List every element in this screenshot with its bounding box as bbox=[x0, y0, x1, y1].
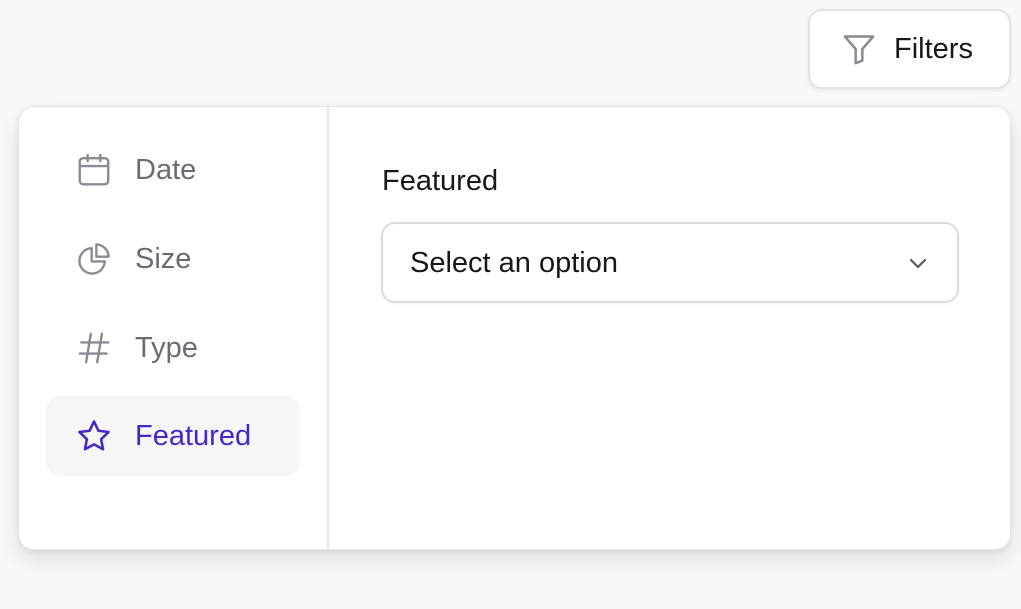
filter-section-title: Featured bbox=[382, 165, 499, 197]
calendar-icon bbox=[74, 150, 114, 190]
chevron-down-icon bbox=[905, 250, 931, 276]
sidebar-item-label: Type bbox=[135, 331, 198, 364]
sidebar-item-label: Date bbox=[135, 153, 197, 186]
featured-select[interactable]: Select an option bbox=[381, 222, 959, 303]
sidebar-item-date[interactable]: Date bbox=[46, 130, 300, 210]
filter-sidebar: Date Size Type Featured bbox=[19, 107, 329, 549]
sidebar-item-type[interactable]: Type bbox=[46, 308, 300, 388]
filter-panel: Date Size Type Featured Featured Select … bbox=[18, 106, 1011, 550]
star-icon bbox=[74, 416, 114, 456]
sidebar-item-size[interactable]: Size bbox=[46, 219, 300, 299]
filter-funnel-icon bbox=[838, 28, 880, 70]
filters-button[interactable]: Filters bbox=[808, 9, 1011, 89]
sidebar-item-featured[interactable]: Featured bbox=[46, 396, 300, 476]
select-value: Select an option bbox=[410, 247, 618, 279]
sidebar-item-label: Featured bbox=[135, 419, 252, 452]
sidebar-item-label: Size bbox=[135, 242, 192, 275]
hash-icon bbox=[74, 328, 114, 368]
pie-chart-icon bbox=[74, 239, 114, 279]
filters-button-label: Filters bbox=[894, 32, 973, 65]
